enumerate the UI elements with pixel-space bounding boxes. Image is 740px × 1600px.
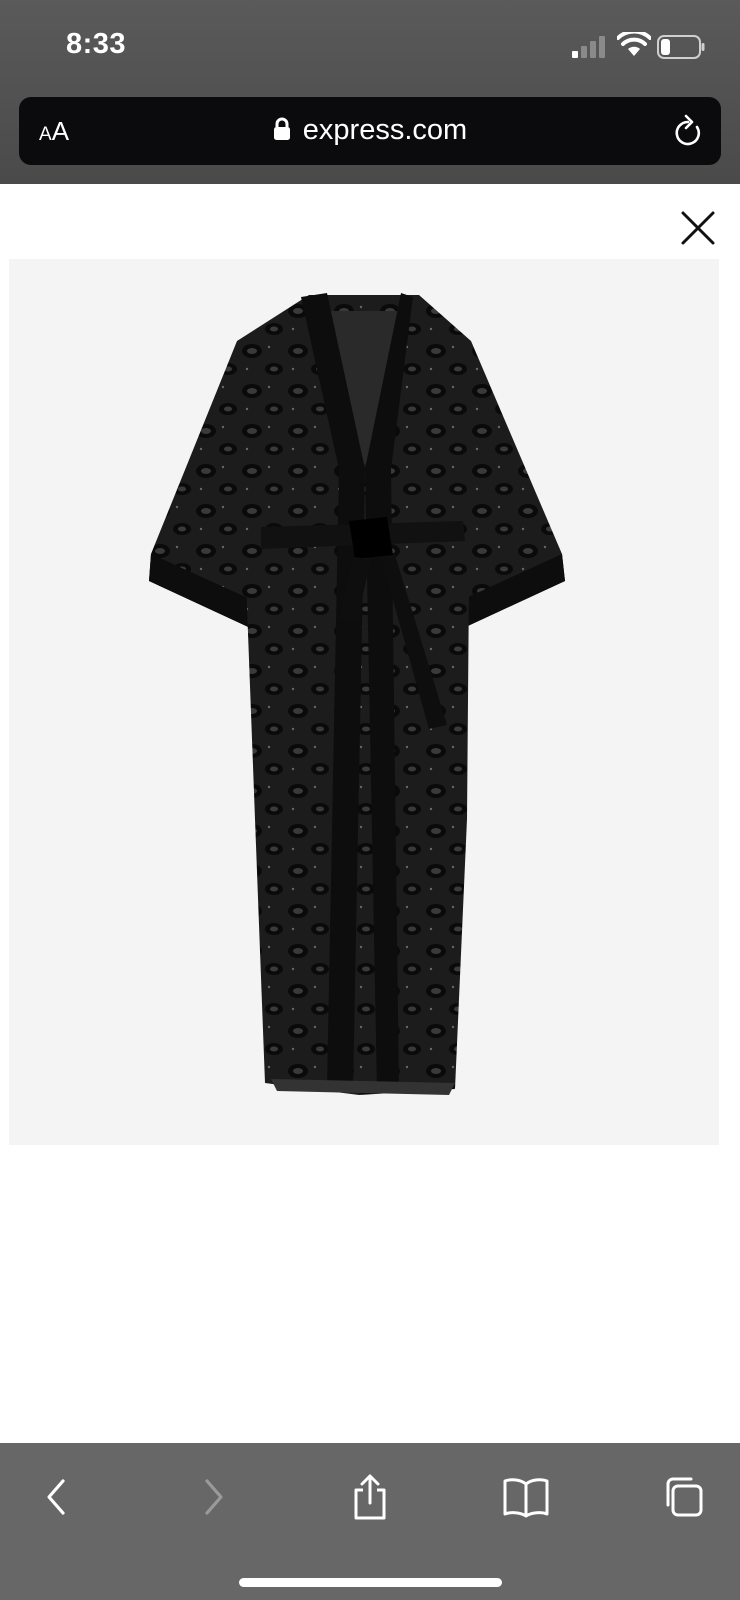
kimono-product-image	[149, 293, 565, 1095]
battery-icon	[657, 35, 705, 59]
browser-top-chrome: 8:33 AA express.com	[0, 0, 740, 184]
share-icon	[354, 1474, 386, 1520]
tabs-button[interactable]	[656, 1471, 708, 1523]
back-button[interactable]	[30, 1471, 82, 1523]
reload-icon[interactable]	[671, 113, 705, 149]
bookmarks-button[interactable]	[500, 1471, 552, 1523]
share-button[interactable]	[344, 1471, 396, 1523]
forward-button[interactable]	[188, 1471, 240, 1523]
status-time: 8:33	[66, 28, 127, 60]
lock-icon	[273, 117, 290, 140]
close-icon[interactable]	[680, 210, 716, 246]
address-bar[interactable]: AA express.com	[19, 97, 721, 165]
book-icon	[503, 1478, 549, 1518]
cellular-signal-icon	[572, 36, 605, 58]
browser-bottom-toolbar	[0, 1443, 740, 1600]
chevron-right-icon	[205, 1479, 223, 1515]
url-text: express.com	[302, 114, 468, 146]
chevron-left-icon	[47, 1479, 65, 1515]
url-display[interactable]: express.com	[19, 111, 721, 149]
tabs-icon	[666, 1477, 703, 1517]
wifi-icon	[617, 32, 651, 56]
product-image-frame	[9, 259, 719, 1145]
home-indicator	[239, 1578, 502, 1587]
